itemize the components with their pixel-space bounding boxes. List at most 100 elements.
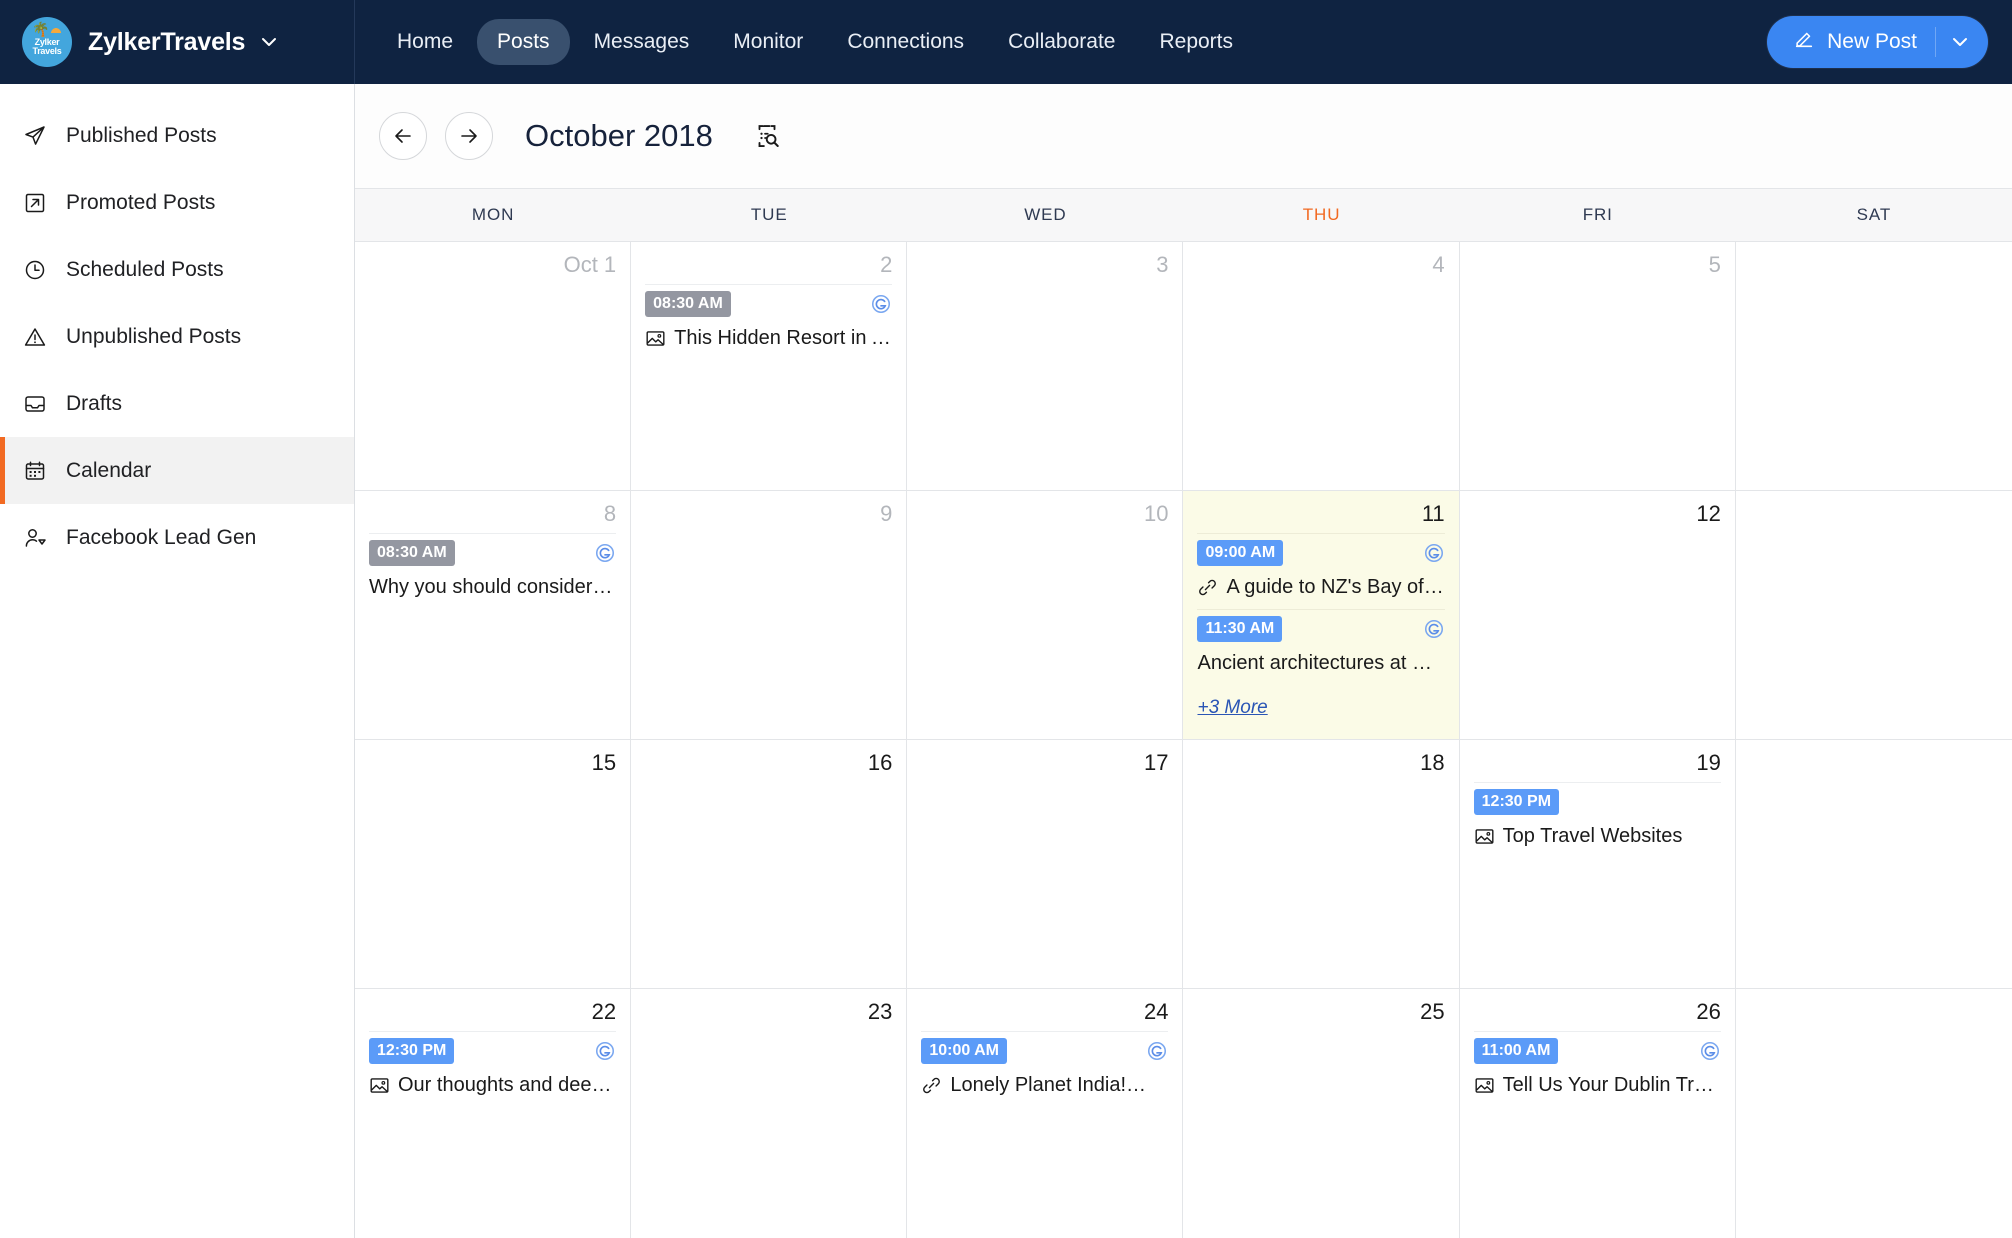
day-cell[interactable]: 23	[631, 989, 908, 1238]
day-cell[interactable]: 11 09:00 AM A guide to NZ's Bay of Is… 11:3…	[1183, 491, 1460, 739]
weekday-sat: SAT	[1856, 205, 1892, 224]
sidebar-item-facebook-lead-gen[interactable]: Facebook Lead Gen	[0, 504, 354, 571]
day-cell[interactable]: 10	[907, 491, 1184, 739]
day-cell[interactable]: 22 12:30 PM Our thoughts and deepe…	[355, 989, 632, 1238]
weekday-header: MON TUE WED THU FRI SAT	[355, 188, 2012, 242]
more-events-link[interactable]: +3 More	[1197, 697, 1267, 719]
event-title: Lonely Planet India!…	[950, 1074, 1147, 1096]
day-cell[interactable]: 15	[355, 740, 632, 988]
user-add-icon	[22, 525, 48, 551]
day-cell[interactable]	[1736, 740, 2012, 988]
event-meta-row: 12:30 PM	[1473, 789, 1721, 815]
calendar-event[interactable]: 08:30 AM Why you should consider a …	[369, 533, 617, 609]
nav-item-messages[interactable]: Messages	[574, 19, 710, 65]
google-icon	[1423, 542, 1445, 564]
day-cell[interactable]	[1736, 242, 2012, 490]
day-number: 8	[603, 501, 617, 526]
prev-month-button[interactable]	[379, 112, 427, 160]
nav-item-monitor[interactable]: Monitor	[713, 19, 823, 65]
image-icon	[369, 1075, 390, 1096]
day-cell[interactable]: 5	[1460, 242, 1736, 490]
new-post-group: New Post	[1767, 16, 1988, 68]
new-post-dropdown-button[interactable]	[1936, 16, 1984, 68]
day-cell[interactable]: 26 11:00 AM Tell Us Your Dublin Trav…	[1460, 989, 1736, 1238]
chevron-down-icon[interactable]	[259, 32, 279, 52]
calendar-event[interactable]: 09:00 AM A guide to NZ's Bay of Is…	[1197, 533, 1445, 609]
sidebar-item-drafts[interactable]: Drafts	[0, 370, 354, 437]
warning-icon	[22, 324, 48, 350]
day-cell[interactable]: 17	[907, 740, 1184, 988]
body: Published Posts Promoted Posts Scheduled…	[0, 84, 2012, 1238]
sidebar-item-label: Scheduled Posts	[66, 257, 224, 281]
day-number: 9	[880, 501, 893, 526]
brand-name: ZylkerTravels	[88, 27, 246, 56]
nav-item-collaborate[interactable]: Collaborate	[988, 19, 1135, 65]
event-title: A guide to NZ's Bay of Is…	[1226, 576, 1445, 598]
google-icon	[594, 1040, 616, 1062]
day-number: 10	[1144, 501, 1169, 526]
google-icon	[1146, 1040, 1168, 1062]
calendar-event[interactable]: 12:30 PM Top Travel Websites	[1473, 782, 1721, 858]
day-number: 25	[1420, 999, 1445, 1024]
day-number: 24	[1144, 999, 1169, 1024]
day-cell[interactable]: 4	[1183, 242, 1460, 490]
calendar-event[interactable]: 10:00 AM Lonely Planet India!…	[921, 1031, 1169, 1107]
calendar-panel: October 2018 MON TUE WED THU FRI SAT Oct…	[355, 84, 2012, 1238]
sidebar-item-scheduled-posts[interactable]: Scheduled Posts	[0, 236, 354, 303]
nav-item-connections[interactable]: Connections	[827, 19, 984, 65]
calendar-week-row: 8 08:30 AM Why you should consider a … 9 10 1…	[355, 491, 2012, 740]
brand-block[interactable]: 🌴 Zylker Travels ZylkerTravels	[0, 0, 355, 84]
top-bar: 🌴 Zylker Travels ZylkerTravels Home Post…	[0, 0, 2012, 84]
weekday-tue: TUE	[750, 205, 788, 224]
event-title: Ancient architectures at Ka…	[1197, 652, 1445, 674]
day-number: 5	[1708, 252, 1721, 277]
nav-item-reports[interactable]: Reports	[1139, 19, 1253, 65]
event-meta-row: 09:00 AM	[1197, 540, 1444, 566]
calendar-event[interactable]: 11:30 AM Ancient architectures at Ka…	[1197, 609, 1445, 685]
day-number: 19	[1696, 750, 1721, 775]
day-cell[interactable]: 3	[907, 242, 1184, 490]
sidebar: Published Posts Promoted Posts Scheduled…	[0, 84, 355, 1238]
event-title: Our thoughts and deepe…	[398, 1074, 617, 1096]
sidebar-item-promoted-posts[interactable]: Promoted Posts	[0, 169, 354, 236]
day-cell[interactable]: 24 10:00 AM Lonely Planet India!…	[907, 989, 1184, 1238]
calendar-week-row: Oct 1 2 08:30 AM This Hidden Resort in Ar… 3…	[355, 242, 2012, 491]
next-month-button[interactable]	[445, 112, 493, 160]
day-cell[interactable]: 25	[1183, 989, 1460, 1238]
calendar-event[interactable]: 11:00 AM Tell Us Your Dublin Trav…	[1473, 1031, 1721, 1107]
event-title-row: Why you should consider a …	[369, 576, 616, 599]
day-number: 22	[591, 999, 617, 1024]
calendar-event[interactable]: 08:30 AM This Hidden Resort in Ar…	[645, 284, 893, 360]
day-cell[interactable]: Oct 1	[355, 242, 632, 490]
day-cell[interactable]: 8 08:30 AM Why you should consider a …	[355, 491, 632, 739]
day-number: 15	[591, 750, 617, 775]
link-icon	[921, 1075, 942, 1096]
palm-tree-icon: 🌴	[32, 21, 50, 37]
calendar-header: October 2018	[355, 84, 2012, 188]
calendar-event[interactable]: 12:30 PM Our thoughts and deepe…	[369, 1031, 617, 1107]
day-number: Oct 1	[563, 252, 617, 277]
event-time-badge: 08:30 AM	[645, 291, 731, 317]
day-number: 2	[880, 252, 893, 277]
sidebar-item-label: Unpublished Posts	[66, 324, 242, 348]
new-post-button[interactable]: New Post	[1767, 16, 1935, 68]
event-meta-row: 11:00 AM	[1473, 1038, 1721, 1064]
sidebar-item-calendar[interactable]: Calendar	[0, 437, 354, 504]
nav-item-posts[interactable]: Posts	[477, 19, 570, 65]
sidebar-item-unpublished-posts[interactable]: Unpublished Posts	[0, 303, 354, 370]
event-title: Top Travel Websites	[1502, 825, 1683, 847]
day-cell[interactable]: 9	[631, 491, 908, 739]
content-search-icon[interactable]	[749, 118, 785, 154]
sidebar-item-published-posts[interactable]: Published Posts	[0, 102, 354, 169]
day-cell[interactable]: 12	[1460, 491, 1736, 739]
day-cell[interactable]: 19 12:30 PM Top Travel Websites	[1460, 740, 1736, 988]
day-cell[interactable]: 2 08:30 AM This Hidden Resort in Ar…	[631, 242, 908, 490]
day-cell[interactable]: 18	[1183, 740, 1460, 988]
new-post-label: New Post	[1827, 30, 1917, 53]
day-cell[interactable]	[1736, 491, 2012, 739]
nav-item-home[interactable]: Home	[377, 19, 473, 65]
day-cell[interactable]	[1736, 989, 2012, 1238]
event-time-badge: 12:30 PM	[369, 1038, 455, 1064]
day-number: 16	[867, 750, 893, 775]
day-cell[interactable]: 16	[631, 740, 908, 988]
